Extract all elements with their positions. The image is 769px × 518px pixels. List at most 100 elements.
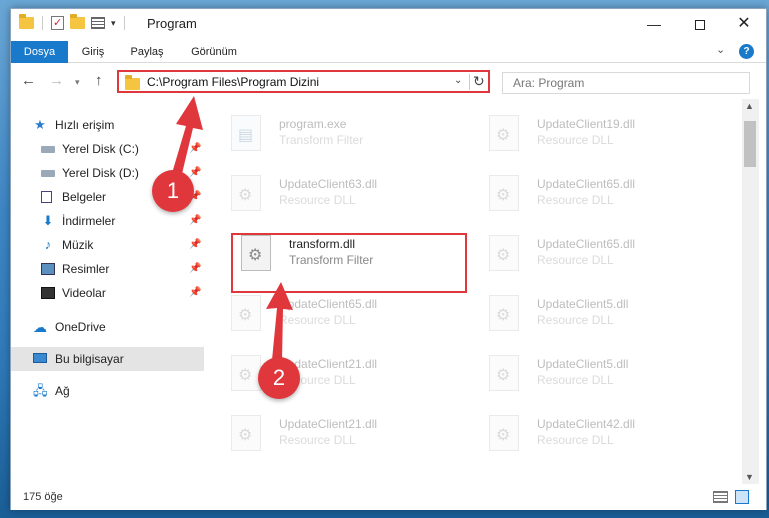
file-description: Resource DLL (537, 253, 614, 267)
file-tile[interactable]: UpdateClient65.dll Resource DLL (467, 169, 707, 223)
folder-icon (125, 75, 140, 90)
forward-arrow-icon[interactable]: → (49, 72, 64, 89)
file-name: UpdateClient65.dll (537, 177, 636, 191)
sidebar-item-this-pc[interactable]: Bu bilgisayar (11, 347, 204, 371)
sidebar-item-label: Belgeler (62, 190, 107, 204)
videos-icon (41, 287, 55, 299)
sidebar-item-label: Resimler (62, 262, 110, 276)
pin-icon[interactable]: 📌 (189, 137, 201, 161)
dll-file-icon (489, 295, 519, 331)
file-tile[interactable]: UpdateClient63.dll Resource DLL (209, 169, 449, 223)
file-tile[interactable]: UpdateClient5.dll Resource DLL (467, 289, 707, 343)
file-tile[interactable]: program.exe Transform Filter (209, 109, 449, 163)
explorer-window: ▾ Program — ✕ Dosya Giriş Paylaş Görünüm… (10, 8, 767, 510)
sidebar-item-music[interactable]: ♪ Müzik 📌 (11, 233, 204, 257)
dll-file-icon (489, 175, 519, 211)
sidebar-item-pictures[interactable]: Resimler 📌 (11, 257, 204, 281)
tab-home[interactable]: Giriş (73, 41, 113, 63)
sidebar-item-videos[interactable]: Videolar 📌 (11, 281, 204, 305)
sidebar-item-onedrive[interactable]: ☁ OneDrive (11, 315, 204, 339)
star-icon: ★ (34, 117, 46, 132)
file-tile[interactable]: UpdateClient42.dll Resource DLL (467, 409, 707, 463)
dll-file-icon (489, 355, 519, 391)
ribbon-tabs: Dosya Giriş Paylaş Görünüm ⌄ ? (11, 39, 766, 63)
sidebar-item-label: Videolar (62, 286, 106, 300)
status-bar: 175 öğe (11, 485, 766, 510)
file-description: Resource DLL (279, 313, 356, 327)
pictures-icon (41, 263, 55, 275)
dll-file-icon (489, 115, 519, 151)
quick-access-toolbar: ▾ (19, 14, 127, 30)
properties-icon[interactable] (51, 16, 64, 30)
file-tile[interactable]: UpdateClient19.dll Resource DLL (467, 109, 707, 163)
folder-icon (19, 14, 34, 29)
file-tile[interactable]: UpdateClient5.dll Resource DLL (467, 349, 707, 403)
recent-locations-icon[interactable]: ▾ (75, 77, 80, 88)
close-button[interactable]: ✕ (721, 9, 767, 39)
file-description: Resource DLL (537, 373, 614, 387)
view-options-icon[interactable] (91, 17, 105, 29)
dll-file-icon (489, 415, 519, 451)
sidebar-item-downloads[interactable]: ⬇ İndirmeler 📌 (11, 209, 204, 233)
chevron-down-icon[interactable]: ⌄ (454, 75, 462, 86)
step-1-callout: 1 (152, 170, 194, 212)
sidebar-item-label: Hızlı erişim (55, 118, 115, 132)
toolbar-separator (42, 16, 43, 30)
address-path[interactable]: C:\Program Files\Program Dizini (147, 75, 319, 89)
item-count: 175 öğe (23, 491, 63, 503)
pin-icon[interactable]: 📌 (189, 281, 201, 305)
file-name: UpdateClient63.dll (279, 177, 378, 191)
file-tile[interactable]: UpdateClient21.dll Resource DLL (209, 409, 449, 463)
file-list: program.exe Transform Filter UpdateClien… (209, 99, 740, 484)
file-tile[interactable]: UpdateClient65.dll Resource DLL (209, 289, 449, 343)
tab-file[interactable]: Dosya (11, 41, 68, 63)
drive-icon (41, 170, 55, 177)
minimize-button[interactable]: — (631, 9, 677, 39)
sidebar-item-quick-access[interactable]: ★ Hızlı erişim (11, 113, 204, 137)
scroll-down-icon[interactable]: ▼ (745, 472, 754, 482)
up-arrow-icon[interactable]: ↑ (95, 72, 103, 89)
file-tile[interactable]: UpdateClient21.dll Resource DLL (209, 349, 449, 403)
tab-view[interactable]: Görünüm (181, 41, 247, 63)
details-view-icon[interactable] (713, 491, 728, 503)
file-description: Resource DLL (279, 433, 356, 447)
tab-share[interactable]: Paylaş (121, 41, 173, 63)
documents-icon (41, 191, 52, 203)
sidebar-item-label: Bu bilgisayar (55, 352, 124, 366)
file-tile[interactable]: UpdateClient65.dll Resource DLL (467, 229, 707, 283)
music-icon: ♪ (44, 237, 52, 252)
scroll-up-icon[interactable]: ▲ (745, 101, 754, 111)
sidebar-item-label: OneDrive (55, 320, 106, 334)
customize-toolbar-icon[interactable]: ▾ (111, 18, 116, 29)
highlight-box-transform-dll (231, 233, 467, 293)
file-name: UpdateClient65.dll (279, 297, 378, 311)
pin-icon[interactable]: 📌 (189, 257, 201, 281)
sidebar-item-label: Müzik (62, 238, 94, 252)
pin-icon[interactable]: 📌 (189, 209, 201, 233)
sidebar-item-local-disk-c[interactable]: Yerel Disk (C:) 📌 (11, 137, 204, 161)
help-icon[interactable]: ? (739, 44, 754, 59)
file-description: Resource DLL (537, 433, 614, 447)
network-icon: 🖧 (33, 383, 48, 398)
back-arrow-icon[interactable]: ← (21, 72, 36, 89)
new-folder-icon[interactable] (70, 14, 85, 29)
pin-icon[interactable]: 📌 (189, 233, 201, 257)
dll-file-icon (231, 415, 261, 451)
scrollbar-thumb[interactable] (744, 121, 756, 167)
file-description: Resource DLL (537, 133, 614, 147)
vertical-scrollbar[interactable]: ▲ ▼ (742, 99, 759, 484)
maximize-button[interactable] (677, 9, 723, 39)
chevron-down-icon[interactable]: ⌄ (716, 43, 725, 56)
search-input[interactable]: Ara: Program (502, 72, 750, 94)
address-bar[interactable]: C:\Program Files\Program Dizini ⌄ ↻ (117, 70, 490, 93)
step-2-callout: 2 (258, 357, 300, 399)
toolbar-separator (123, 16, 125, 30)
sidebar-item-network[interactable]: 🖧 Ağ (11, 379, 204, 403)
window-title: Program (147, 16, 197, 31)
refresh-icon[interactable]: ↻ (473, 73, 485, 90)
tiles-view-icon[interactable] (735, 490, 749, 504)
download-icon: ⬇ (42, 213, 54, 228)
file-name: UpdateClient65.dll (537, 237, 636, 251)
navigation-bar: ← → ▾ ↑ C:\Program Files\Program Dizini … (11, 64, 766, 98)
computer-icon (33, 353, 47, 363)
